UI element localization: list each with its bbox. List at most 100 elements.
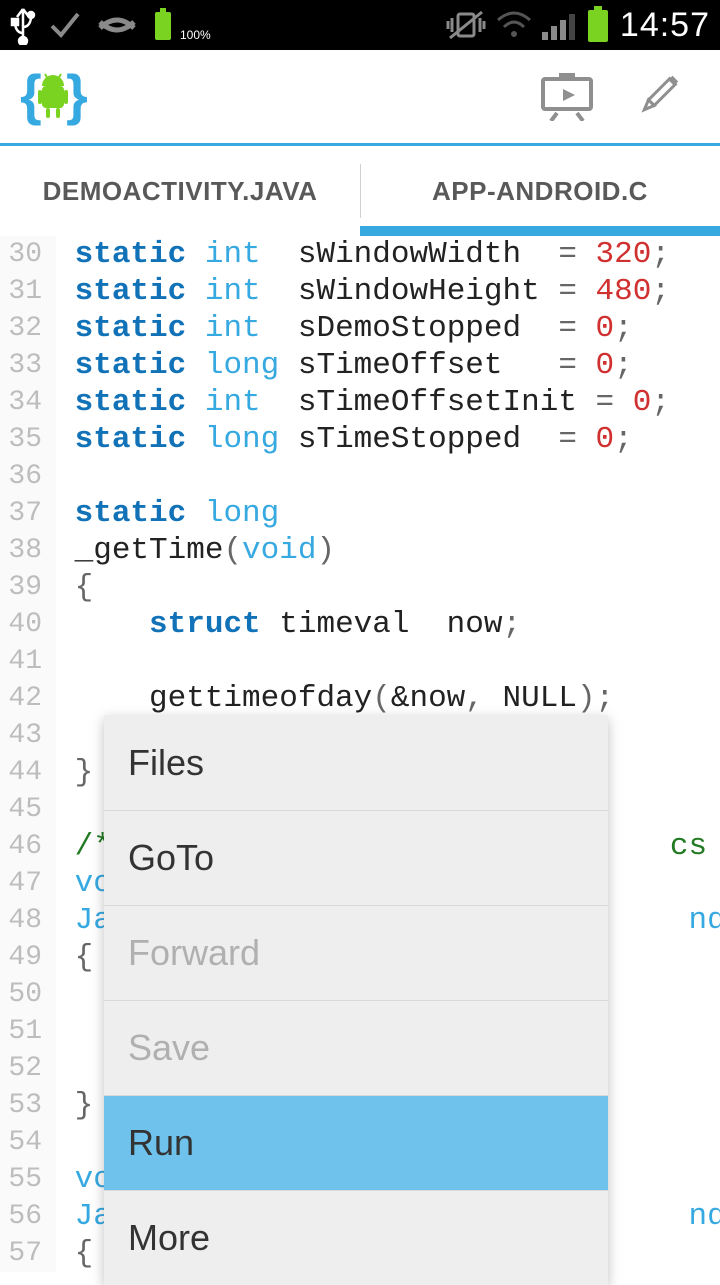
code-line[interactable]: 31 static int sWindowHeight = 480; (0, 273, 720, 310)
code-content: struct timeval now; (56, 606, 521, 643)
code-content: static int sTimeOffsetInit = 0; (56, 384, 670, 421)
line-number: 57 (0, 1235, 56, 1272)
line-number: 40 (0, 606, 56, 643)
context-menu: Files GoTo Forward Save Run More (104, 715, 608, 1285)
code-line[interactable]: 38 _getTime(void) (0, 532, 720, 569)
menu-item-label: Run (128, 1122, 194, 1164)
clock-label: 14:57 (620, 6, 710, 45)
line-number: 54 (0, 1124, 56, 1161)
line-number: 52 (0, 1050, 56, 1087)
signal-icon (542, 10, 576, 40)
usb-icon (10, 5, 36, 45)
code-line[interactable]: 42 gettimeofday(&now, NULL); (0, 680, 720, 717)
line-number: 39 (0, 569, 56, 606)
menu-item-more[interactable]: More (104, 1190, 608, 1285)
code-line[interactable]: 36 (0, 458, 720, 495)
line-number: 35 (0, 421, 56, 458)
tab-app-android-c[interactable]: APP-ANDROID.C (360, 146, 720, 236)
menu-item-label: Save (128, 1027, 210, 1069)
edit-button[interactable] (612, 62, 702, 132)
wifi-icon (496, 10, 532, 40)
tab-demoactivity-java[interactable]: DEMOACTIVITY.JAVA (0, 146, 360, 236)
line-number: 38 (0, 532, 56, 569)
pencil-icon (631, 71, 683, 123)
android-status-bar: 100% 14:57 (0, 0, 720, 50)
menu-item-label: Files (128, 742, 204, 784)
code-line[interactable]: 40 struct timeval now; (0, 606, 720, 643)
code-content (56, 458, 75, 495)
line-number: 46 (0, 828, 56, 865)
status-left: 100% (10, 5, 217, 45)
vibrate-icon (446, 8, 486, 42)
menu-item-forward: Forward (104, 905, 608, 1000)
code-content: static int sDemoStopped = 0; (56, 310, 633, 347)
code-line[interactable]: 35 static long sTimeStopped = 0; (0, 421, 720, 458)
svg-text:}: } (66, 63, 88, 126)
code-content: gettimeofday(&now, NULL); (56, 680, 614, 717)
line-number: 33 (0, 347, 56, 384)
line-number: 45 (0, 791, 56, 828)
code-line[interactable]: 37 static long (0, 495, 720, 532)
menu-item-save: Save (104, 1000, 608, 1095)
code-line[interactable]: 30 static int sWindowWidth = 320; (0, 236, 720, 273)
code-content (56, 643, 75, 680)
line-number: 41 (0, 643, 56, 680)
code-content: { (56, 1235, 93, 1272)
line-number: 55 (0, 1161, 56, 1198)
line-number: 34 (0, 384, 56, 421)
menu-item-label: More (128, 1217, 210, 1259)
line-number: 36 (0, 458, 56, 495)
code-line[interactable]: 39 { (0, 569, 720, 606)
line-number: 37 (0, 495, 56, 532)
code-content: static int sWindowHeight = 480; (56, 273, 670, 310)
code-content: static int sWindowWidth = 320; (56, 236, 670, 273)
battery-small-icon (152, 8, 174, 42)
code-line[interactable]: 32 static int sDemoStopped = 0; (0, 310, 720, 347)
menu-item-label: GoTo (128, 837, 214, 879)
line-number: 43 (0, 717, 56, 754)
line-number: 30 (0, 236, 56, 273)
code-content: static long sTimeStopped = 0; (56, 421, 633, 458)
presentation-icon (539, 73, 595, 121)
status-right: 14:57 (446, 6, 710, 45)
code-content: } (56, 1087, 93, 1124)
code-content: } (56, 754, 93, 791)
sync-icon (94, 8, 140, 42)
line-number: 50 (0, 976, 56, 1013)
line-number: 48 (0, 902, 56, 939)
menu-item-goto[interactable]: GoTo (104, 810, 608, 905)
code-line[interactable]: 33 static long sTimeOffset = 0; (0, 347, 720, 384)
code-content (56, 1050, 75, 1087)
battery-percent-label: 100% (180, 28, 211, 42)
line-number: 56 (0, 1198, 56, 1235)
battery-icon (586, 6, 610, 44)
line-number: 32 (0, 310, 56, 347)
code-content (56, 976, 75, 1013)
line-number: 47 (0, 865, 56, 902)
code-content: _getTime(void) (56, 532, 335, 569)
line-number: 51 (0, 1013, 56, 1050)
code-content: static long sTimeOffset = 0; (56, 347, 633, 384)
line-number: 42 (0, 680, 56, 717)
code-line[interactable]: 41 (0, 643, 720, 680)
tab-label: DEMOACTIVITY.JAVA (43, 176, 318, 207)
app-logo-icon: { } (18, 62, 88, 132)
menu-item-label: Forward (128, 932, 260, 974)
line-number: 49 (0, 939, 56, 976)
code-content: { (56, 939, 93, 976)
menu-item-files[interactable]: Files (104, 715, 608, 810)
code-content (56, 1013, 75, 1050)
code-content (56, 791, 75, 828)
code-content: { (56, 569, 93, 606)
code-content (56, 1124, 75, 1161)
file-tabs: DEMOACTIVITY.JAVA APP-ANDROID.C (0, 146, 720, 236)
check-icon (48, 8, 82, 42)
tab-label: APP-ANDROID.C (432, 176, 648, 207)
menu-item-run[interactable]: Run (104, 1095, 608, 1190)
line-number: 53 (0, 1087, 56, 1124)
app-action-bar: { } (0, 50, 720, 146)
code-line[interactable]: 34 static int sTimeOffsetInit = 0; (0, 384, 720, 421)
presentation-button[interactable] (522, 62, 612, 132)
line-number: 44 (0, 754, 56, 791)
code-content: static long (56, 495, 279, 532)
